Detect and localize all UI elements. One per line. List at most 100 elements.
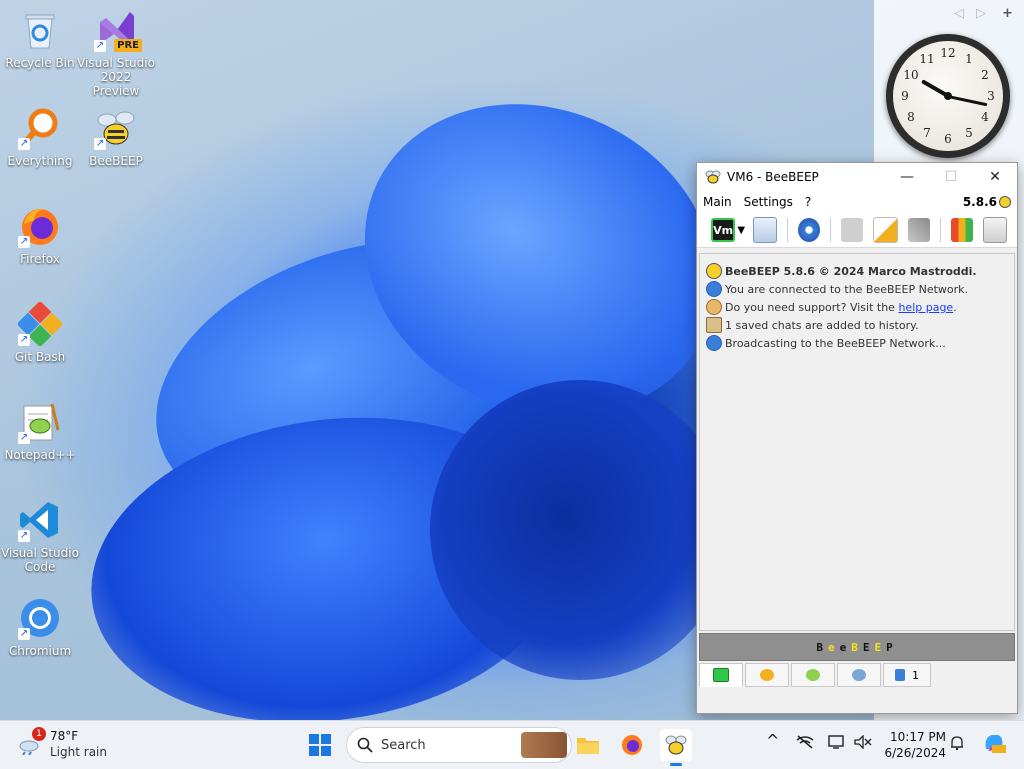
clock-number: 10 — [903, 68, 919, 82]
tools-icon[interactable] — [907, 218, 930, 242]
menu-main[interactable]: Main — [703, 195, 732, 209]
clock-number: 11 — [919, 52, 935, 66]
volume-muted-icon[interactable] — [854, 734, 872, 753]
clock-number: 6 — [944, 132, 952, 146]
taskbar-firefox[interactable] — [616, 729, 648, 761]
plugins-icon[interactable] — [950, 218, 973, 242]
shortcut-arrow-icon: ↗ — [18, 530, 30, 542]
search-placeholder: Search — [381, 737, 426, 753]
toolbar-separator — [939, 218, 941, 242]
clock-number: 12 — [940, 46, 956, 60]
tab-users[interactable] — [745, 663, 789, 687]
taskbar-search-box[interactable]: Search — [346, 727, 572, 763]
chat-log-line: 1 saved chats are added to history. — [700, 316, 1014, 334]
desktop-icon-notepad-plus-plus[interactable]: ↗ Notepad++ — [0, 400, 80, 462]
bottom-tabs: 1 — [699, 663, 1013, 687]
menu-bar: Main Settings ? 5.8.6 — [697, 191, 1017, 213]
gadget-next-button[interactable]: ▷ — [976, 6, 986, 21]
weather-widget[interactable]: 1 78°F Light rain — [16, 727, 126, 761]
active-app-indicator — [670, 763, 682, 766]
copilot-preview-icon[interactable] — [982, 731, 1006, 759]
tab-groups[interactable] — [837, 663, 881, 687]
brand-banner: B e e B E E P — [699, 633, 1015, 661]
minimize-button[interactable]: — — [885, 163, 929, 191]
status-vm-button[interactable]: Vm — [711, 218, 736, 242]
tray-overflow-chevron[interactable]: ^ — [766, 731, 779, 750]
desktop-icon-label: BeeBEEP — [89, 154, 143, 168]
close-button[interactable]: ✕ — [973, 163, 1017, 191]
chat-log-line: BeeBEEP 5.8.6 © 2024 Marco Mastroddi. — [700, 262, 1014, 280]
support-message-prefix: Do you need support? Visit the — [725, 300, 895, 314]
desktop-icon-firefox[interactable]: ↗ Firefox — [0, 204, 80, 266]
taskbar-clock[interactable]: 10:17 PM 6/26/2024 — [880, 729, 946, 761]
dropdown-arrow-icon[interactable]: ▼ — [737, 225, 745, 236]
start-button[interactable] — [304, 729, 336, 761]
display-icon[interactable] — [828, 735, 846, 753]
bee-app-icon — [705, 170, 721, 184]
shortcut-arrow-icon: ↗ — [18, 236, 30, 248]
chromium-icon: ↗ — [18, 596, 62, 640]
window-titlebar[interactable]: VM6 - BeeBEEP — ☐ ✕ — [697, 163, 1017, 191]
vscode-icon: ↗ — [18, 498, 62, 542]
shortcut-arrow-icon: ↗ — [94, 138, 106, 150]
taskbar: 1 78°F Light rain Search ^ 10:17 PM 6/26… — [0, 720, 1024, 769]
desktop-icon-beebeep[interactable]: ↗ BeeBEEP — [76, 106, 156, 168]
firefox-icon: ↗ — [18, 204, 62, 248]
analog-clock-gadget[interactable]: 12 1 2 3 4 5 6 7 8 9 10 11 — [886, 34, 1010, 158]
desktop-icon-visual-studio-preview[interactable]: PRE ↗ Visual Studio 2022 Preview — [76, 8, 156, 98]
desktop-icon-label: Recycle Bin — [5, 56, 75, 70]
weather-temp: 78°F — [50, 729, 79, 743]
gadget-add-button[interactable]: + — [1002, 6, 1013, 21]
search-highlight-image — [521, 732, 567, 758]
shortcut-arrow-icon: ↗ — [18, 628, 30, 640]
connected-message: You are connected to the BeeBEEP Network… — [725, 282, 969, 296]
window-title: VM6 - BeeBEEP — [727, 170, 819, 184]
bee-icon — [665, 735, 687, 755]
trash-icon[interactable] — [982, 217, 1007, 243]
tab-history[interactable]: 1 — [883, 663, 931, 687]
history-tab-icon — [895, 669, 905, 681]
notepad-plus-plus-icon: ↗ — [18, 400, 62, 444]
desktop-icon-everything[interactable]: ↗ Everything — [0, 106, 80, 168]
toolbar-separator — [830, 218, 832, 242]
file-sharing-icon[interactable] — [841, 218, 864, 242]
git-bash-icon: ↗ — [16, 300, 64, 348]
chat-tab-icon — [713, 668, 729, 682]
weather-alert-badge: 1 — [32, 727, 46, 741]
brand-letter: e — [839, 640, 852, 654]
help-page-link[interactable]: help page — [898, 301, 953, 314]
tab-chat[interactable] — [699, 663, 743, 687]
desktop-icon-vscode[interactable]: ↗ Visual Studio Code — [0, 498, 80, 574]
search-icon — [357, 737, 373, 753]
network-disconnected-icon[interactable] — [796, 735, 814, 753]
chat-log: BeeBEEP 5.8.6 © 2024 Marco Mastroddi. Yo… — [699, 253, 1015, 631]
clock-number: 4 — [981, 110, 989, 124]
broadcast-icon — [706, 335, 722, 351]
taskbar-file-explorer[interactable] — [572, 729, 604, 761]
chat-log-line: You are connected to the BeeBEEP Network… — [700, 280, 1014, 298]
desktop-icon-chromium[interactable]: ↗ Chromium — [0, 596, 80, 658]
clock-number: 1 — [965, 52, 973, 66]
clock-number: 3 — [987, 89, 995, 103]
network-broadcast-icon[interactable] — [798, 218, 821, 242]
bee-icon: ↗ — [94, 106, 138, 150]
brand-letter: B — [851, 640, 863, 654]
shortcut-arrow-icon: ↗ — [18, 334, 30, 346]
maximize-button[interactable]: ☐ — [929, 163, 973, 191]
connected-network-icon — [706, 281, 722, 297]
desktop-icon-label: Git Bash — [14, 350, 66, 364]
shortcut-arrow-icon: ↗ — [94, 40, 106, 52]
beebeep-window: VM6 - BeeBEEP — ☐ ✕ Main Settings ? 5.8.… — [696, 162, 1018, 714]
visual-studio-icon: PRE ↗ — [94, 8, 142, 52]
tab-chats[interactable] — [791, 663, 835, 687]
edit-profile-icon[interactable] — [753, 217, 778, 243]
desktop-icon-git-bash[interactable]: ↗ Git Bash — [0, 300, 80, 364]
menu-settings[interactable]: Settings — [744, 195, 793, 209]
menu-help[interactable]: ? — [805, 195, 811, 209]
desktop-icon-recycle-bin[interactable]: Recycle Bin — [0, 8, 80, 70]
write-message-icon[interactable] — [873, 217, 898, 243]
desktop-icon-label: Visual Studio 2022 Preview — [77, 56, 155, 98]
notification-bell-icon[interactable] — [950, 735, 964, 755]
gadget-prev-button[interactable]: ◁ — [954, 6, 964, 21]
taskbar-beebeep[interactable] — [660, 729, 692, 766]
